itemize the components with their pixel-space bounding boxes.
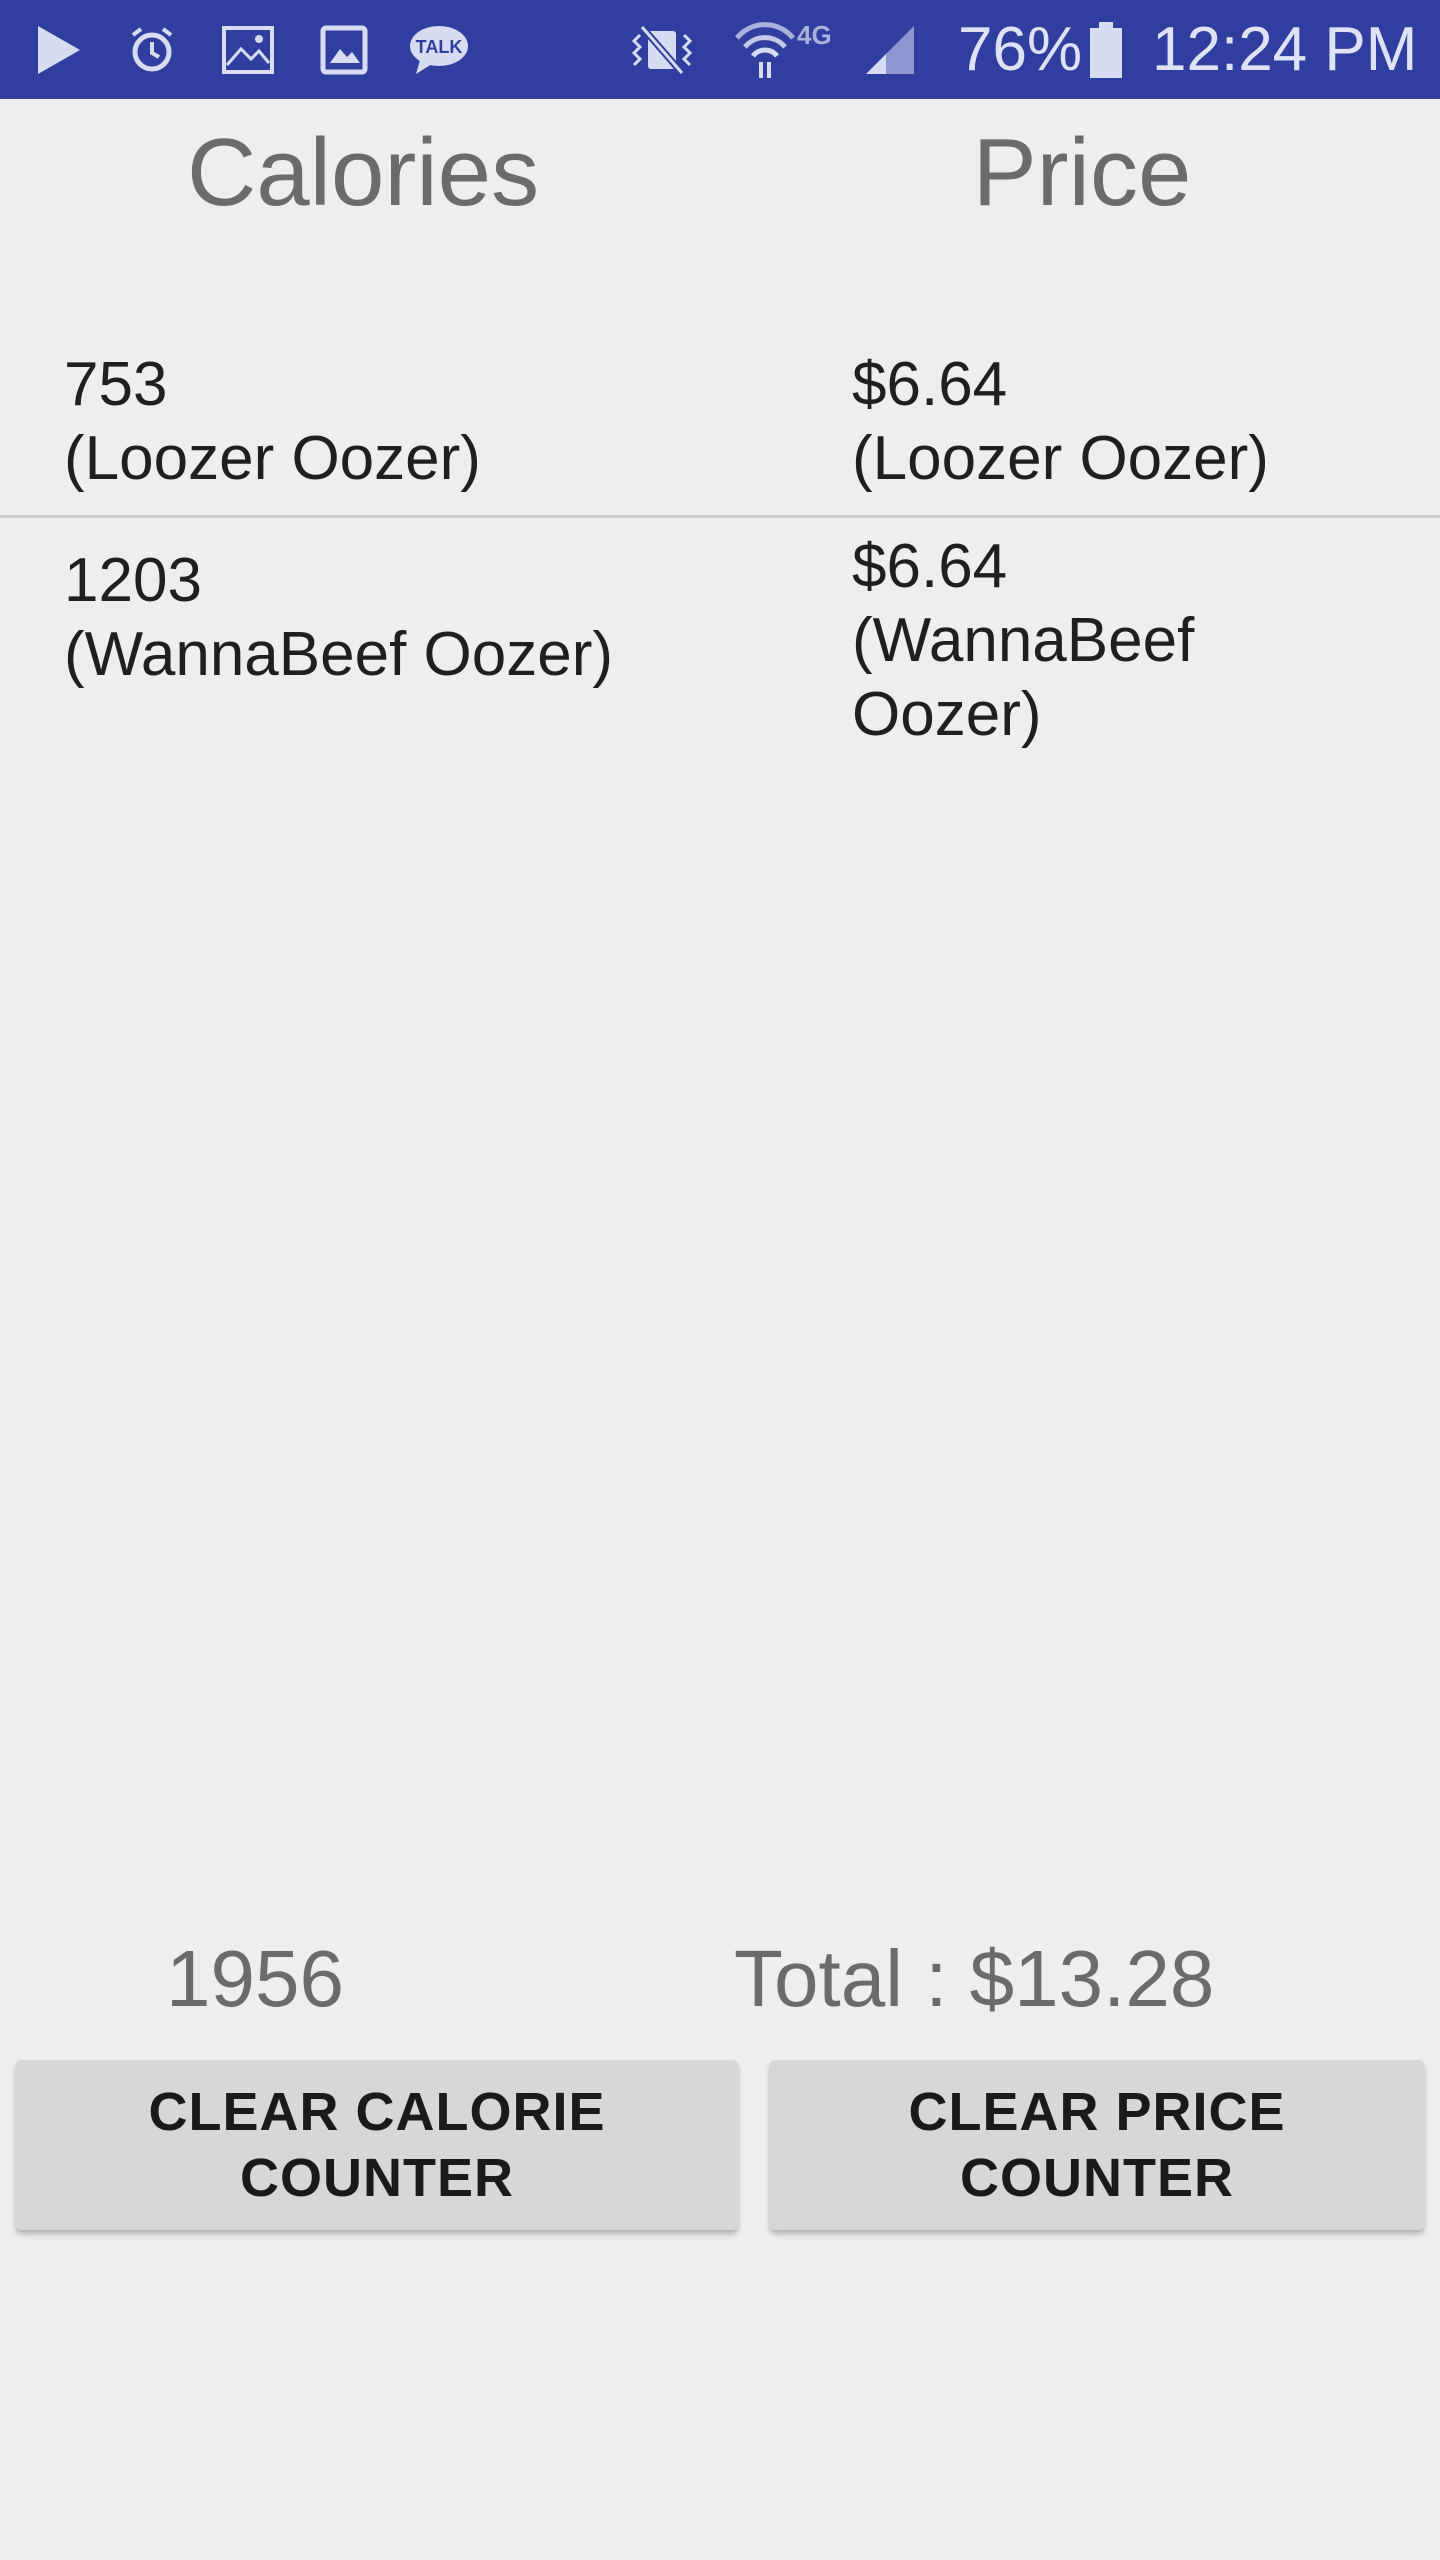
- svg-text:TALK: TALK: [416, 37, 463, 57]
- alarm-icon: [122, 18, 182, 82]
- list-divider: [0, 515, 1440, 518]
- price-value: $6.64: [852, 532, 1008, 601]
- price-total: Total : $13.28: [734, 1934, 1215, 2023]
- status-bar: TALK 4G 76% 12:24 PM: [0, 0, 1440, 99]
- calorie-entry: 1203 (WannaBeef Oozer): [64, 544, 613, 692]
- calorie-item-name: (Loozer Oozer): [64, 424, 481, 493]
- button-label-line: CLEAR CALORIE: [148, 2082, 606, 2142]
- price-entry: $6.64 (WannaBeef Oozer): [852, 530, 1194, 752]
- calorie-entry: 753 (Loozer Oozer): [64, 348, 481, 496]
- calorie-total: 1956: [166, 1934, 344, 2023]
- calorie-item-name: (WannaBeef Oozer): [64, 620, 614, 689]
- button-label-line: COUNTER: [240, 2148, 514, 2208]
- clock: 12:24 PM: [1152, 15, 1418, 84]
- vibrate-mute-icon: [620, 18, 704, 82]
- wifi-icon: 4G: [730, 18, 850, 82]
- calorie-value: 1203: [64, 546, 202, 615]
- button-label-line: COUNTER: [960, 2148, 1234, 2208]
- image-icon: [314, 18, 374, 82]
- list-item[interactable]: 753 (Loozer Oozer) $6.64 (Loozer Oozer): [0, 342, 1440, 493]
- price-item-name: (Loozer Oozer): [852, 424, 1269, 493]
- kakaotalk-icon: TALK: [406, 18, 472, 82]
- calorie-value: 753: [64, 350, 168, 419]
- price-item-name: (WannaBeef: [852, 606, 1195, 675]
- battery-percent: 76%: [958, 15, 1083, 84]
- button-label-line: CLEAR PRICE: [908, 2082, 1286, 2142]
- play-store-icon: [28, 18, 88, 82]
- price-item-name: Oozer): [852, 680, 1042, 749]
- price-entry: $6.64 (Loozer Oozer): [852, 348, 1269, 496]
- calories-header: Calories: [186, 119, 540, 226]
- price-value: $6.64: [852, 350, 1008, 419]
- gallery-icon: [218, 18, 278, 82]
- signal-icon: [860, 18, 920, 82]
- battery-icon: [1086, 18, 1126, 82]
- svg-text:4G: 4G: [797, 20, 832, 50]
- list-item[interactable]: 1203 (WannaBeef Oozer) $6.64 (WannaBeef …: [0, 528, 1440, 768]
- price-header: Price: [972, 119, 1192, 226]
- clear-price-counter-button[interactable]: CLEAR PRICE COUNTER: [770, 2060, 1424, 2230]
- clear-calorie-counter-button[interactable]: CLEAR CALORIE COUNTER: [16, 2060, 738, 2230]
